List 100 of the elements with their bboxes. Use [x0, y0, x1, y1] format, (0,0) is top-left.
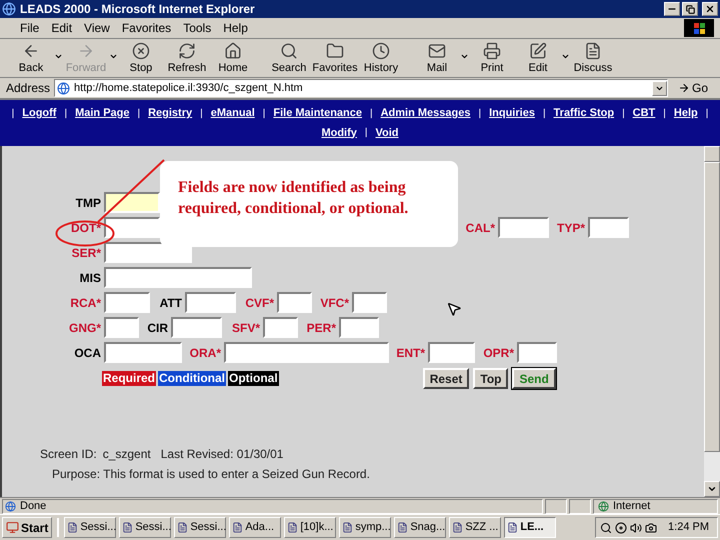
input-field[interactable] [352, 292, 387, 313]
browser-logo-icon [2, 2, 16, 16]
menu-item[interactable]: Help [217, 19, 254, 37]
taskbar-button[interactable]: Ada... [229, 517, 282, 538]
minimize-button[interactable] [664, 2, 680, 16]
nav-link[interactable]: Modify [321, 124, 357, 141]
field-label: ENT* [396, 344, 425, 362]
input-field[interactable] [263, 317, 298, 338]
taskbar-button[interactable]: Snag... [394, 517, 446, 538]
input-field[interactable] [277, 292, 312, 313]
menu-item[interactable]: File [14, 19, 46, 37]
nav-separator: | [663, 106, 666, 121]
home-icon [224, 42, 242, 60]
menu-item[interactable]: Favorites [116, 19, 178, 37]
field-label: DOT* [71, 220, 101, 236]
toolbar-button[interactable]: Refresh [164, 42, 210, 74]
scrollbar[interactable] [704, 146, 720, 497]
field-label: OPR* [483, 344, 514, 362]
input-field[interactable] [104, 292, 150, 313]
toolbar-button[interactable]: Back [8, 42, 54, 74]
nav-separator: | [12, 106, 14, 121]
speaker-icon[interactable] [630, 522, 642, 534]
toolbar-button[interactable]: Discuss [570, 42, 616, 74]
input-field[interactable] [224, 342, 389, 363]
taskbar-button[interactable]: Sessi... [174, 517, 226, 538]
menu-item[interactable]: Edit [45, 19, 78, 37]
document-icon [342, 522, 354, 533]
screen-id-value: c_szgent [102, 446, 151, 463]
nav-separator: | [478, 106, 482, 121]
menu-item[interactable]: View [78, 19, 116, 37]
start-button[interactable]: Start [2, 517, 52, 538]
taskbar-button[interactable]: [10]k... [284, 517, 336, 538]
nav-link[interactable]: Registry [148, 105, 192, 122]
taskbar-button[interactable]: LE... [504, 517, 556, 538]
toolbar-button[interactable]: Mail [414, 42, 460, 74]
nav-link[interactable]: Logoff [22, 105, 56, 122]
tray-icon[interactable] [600, 522, 612, 534]
input-field[interactable] [104, 317, 139, 338]
field-label: GNG* [68, 320, 101, 336]
document-icon [584, 42, 602, 60]
nav-link[interactable]: Void [376, 124, 399, 141]
toolbar-button[interactable]: Print [469, 42, 515, 74]
toolbar-button[interactable]: Favorites [312, 42, 358, 74]
input-field[interactable] [171, 317, 222, 338]
input-field[interactable] [588, 217, 629, 238]
page-icon [5, 500, 16, 512]
nav-link[interactable]: Inquiries [489, 105, 535, 122]
input-field[interactable] [517, 342, 557, 363]
toolbar-button[interactable]: Stop [118, 42, 164, 74]
nav-link[interactable]: Admin Messages [380, 105, 470, 122]
input-field[interactable] [104, 242, 192, 263]
callout-text: Fields are now identified as being required, conditional, or optional. [178, 178, 410, 219]
page-icon [57, 82, 70, 94]
menu-item[interactable]: Tools [177, 19, 218, 37]
highlight-ellipse [55, 220, 115, 247]
toolbar-button[interactable]: Home [210, 42, 256, 74]
nav-link[interactable]: File Maintenance [273, 105, 362, 122]
nav-link[interactable]: CBT [632, 105, 656, 122]
dropdown-button[interactable] [652, 80, 667, 96]
mouse-cursor-icon [446, 301, 462, 317]
input-field[interactable] [498, 217, 549, 238]
input-field[interactable] [104, 342, 182, 363]
go-button[interactable]: Go [672, 79, 714, 97]
close-button[interactable] [702, 2, 718, 16]
form-button[interactable]: Reset [422, 368, 470, 389]
tray-icon[interactable] [645, 522, 658, 534]
toolbar-button[interactable]: Search [266, 42, 312, 74]
field-label: SFV* [232, 320, 260, 336]
tray-icon[interactable] [615, 522, 628, 534]
input-field[interactable] [104, 192, 160, 213]
input-field[interactable] [185, 292, 236, 313]
edit-icon [529, 42, 547, 60]
taskbar-button[interactable]: SZZ ... [449, 517, 502, 538]
search-icon [280, 42, 298, 60]
nav-separator: | [262, 106, 266, 121]
form-button[interactable]: Top [473, 368, 508, 389]
field-label: SER* [72, 244, 101, 262]
document-icon [177, 522, 188, 533]
field-label: ATT [160, 294, 182, 312]
nav-link[interactable]: eManual [210, 105, 255, 122]
taskbar-button[interactable]: Sessi... [119, 517, 172, 538]
field-label: PER* [306, 320, 336, 336]
nav-link[interactable]: Main Page [75, 105, 130, 122]
nav-link[interactable]: Help [674, 105, 698, 122]
taskbar-button[interactable]: Sessi... [64, 517, 116, 538]
scroll-up-button[interactable] [704, 146, 720, 162]
input-field[interactable] [104, 267, 252, 288]
scrollbar-thumb[interactable] [704, 162, 720, 452]
taskbar-button[interactable]: symp... [339, 517, 392, 538]
toolbar-button[interactable]: History [358, 42, 404, 74]
nav-link[interactable]: Traffic Stop [554, 105, 614, 122]
input-field[interactable] [339, 317, 379, 338]
toolbar-button[interactable]: Edit [515, 42, 561, 74]
address-field[interactable]: http://home.statepolice.il:3930/c_szgent_N.htm [54, 79, 668, 97]
input-field[interactable] [428, 342, 475, 363]
folder-icon [326, 42, 344, 60]
scroll-down-button[interactable] [704, 481, 720, 497]
input-field[interactable] [104, 217, 160, 238]
restore-button[interactable] [682, 2, 698, 16]
refresh-icon [178, 42, 196, 60]
